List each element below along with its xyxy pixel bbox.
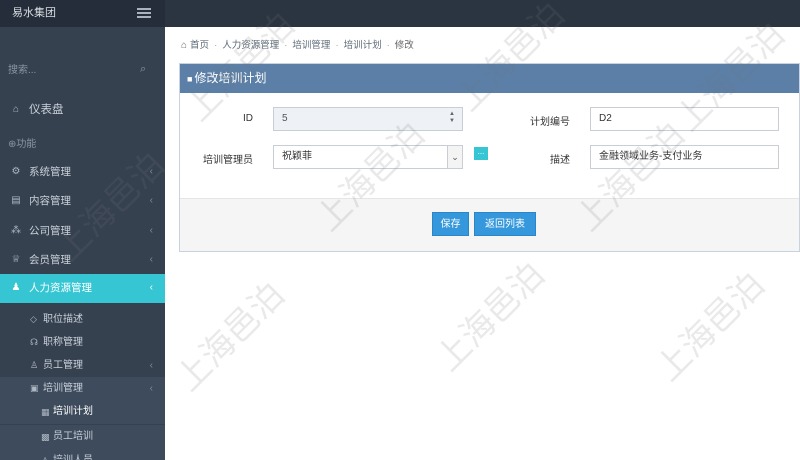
sitemap-icon: ⁂	[11, 225, 21, 236]
sidebar-subitem-training[interactable]: ▣ 培训管理 ‹	[0, 377, 165, 400]
sidebar-item-members[interactable]: ♕ 会员管理 ‹	[0, 246, 165, 274]
chevron-left-icon: ‹	[149, 254, 153, 265]
chevron-left-icon: ‹	[149, 360, 153, 371]
menu-toggle-icon[interactable]	[137, 8, 151, 18]
sidebar-item-content[interactable]: ▤ 内容管理 ‹	[0, 187, 165, 215]
chevron-down-icon: ⌄	[447, 146, 462, 168]
headset-icon: ☊	[30, 337, 38, 347]
training-manager-label: 培训管理员	[203, 155, 253, 166]
sidebar-subitem-trainees[interactable]: ♙ 培训人员	[0, 449, 165, 460]
chevron-left-icon: ‹	[149, 166, 153, 177]
watermark: 上海邑泊	[168, 274, 293, 400]
chevron-left-icon: ‹	[149, 225, 153, 236]
form-body: ID 5 ▲ ▼ 计划编号 D2 培训管理员 祝颖菲 ⌄ ... 描述 金融领域业…	[180, 93, 799, 198]
breadcrumb-training-plan[interactable]: 培训计划	[344, 40, 382, 51]
description-label: 描述	[550, 155, 570, 166]
training-manager-value: 祝颖菲	[282, 151, 312, 162]
breadcrumb-separator: ·	[335, 40, 339, 51]
sidebar-item-label: 培训管理	[43, 383, 83, 394]
diamond-icon: ◇	[30, 314, 37, 324]
chevron-left-icon: ‹	[149, 383, 153, 394]
chevron-left-icon: ‹	[149, 195, 153, 206]
sidebar-subitem-training-plan[interactable]: ▦ 培训计划	[0, 400, 165, 424]
trophy-icon: ♕	[11, 254, 21, 265]
sidebar-item-label: 培训人员	[53, 449, 93, 460]
breadcrumb-home[interactable]: 首页	[190, 40, 209, 51]
breadcrumb-hr[interactable]: 人力资源管理	[222, 40, 279, 51]
sidebar-subitem-employee-training[interactable]: ▩ 员工培训	[0, 425, 165, 449]
spinner-icon: ▲ ▼	[449, 111, 455, 124]
home-icon: ⌂	[12, 104, 20, 115]
sidebar-item-dashboard[interactable]: ⌂ 仪表盘	[0, 96, 165, 124]
save-button[interactable]: 保存	[432, 212, 469, 236]
sidebar-item-company[interactable]: ⁂ 公司管理 ‹	[0, 217, 165, 245]
sidebar-item-label: 人力资源管理	[29, 282, 92, 294]
panel-header: ■ 修改培训计划	[180, 64, 799, 93]
breadcrumb-separator: ·	[386, 40, 390, 51]
breadcrumb-separator: ·	[214, 40, 218, 51]
user-icon: ♙	[41, 449, 49, 460]
form-actions: 保存 返回列表	[180, 198, 799, 251]
sidebar-subitem-position[interactable]: ◇ 职位描述	[0, 308, 165, 331]
plan-number-field[interactable]: D2	[590, 107, 779, 131]
search-input[interactable]	[8, 60, 133, 80]
gears-icon: ⚙	[11, 166, 21, 177]
top-bar: 易水集团	[0, 0, 800, 27]
sidebar-subitem-title[interactable]: ☊ 职称管理	[0, 331, 165, 354]
sidebar-item-label: 仪表盘	[29, 104, 64, 116]
id-field: 5 ▲ ▼	[273, 107, 463, 131]
watermark: 上海邑泊	[648, 264, 773, 390]
sidebar-item-label: 员工管理	[43, 360, 83, 371]
sidebar-section-heading: ⊕功能	[8, 135, 36, 150]
sidebar-item-hr[interactable]: ♟ 人力资源管理 ‹	[0, 274, 165, 303]
plan-number-value: D2	[599, 113, 612, 124]
plan-number-label: 计划编号	[530, 117, 570, 128]
sidebar-item-label: 会员管理	[29, 254, 71, 266]
search-icon[interactable]: ⌕	[140, 63, 146, 76]
sidebar-item-label: 职位描述	[43, 314, 83, 325]
briefcase-icon: ▣	[30, 383, 39, 393]
table-icon: ▦	[41, 407, 50, 417]
sidebar-item-system[interactable]: ⚙ 系统管理 ‹	[0, 158, 165, 186]
description-field[interactable]: 金融领域业务-支付业务	[590, 145, 779, 169]
breadcrumb-training[interactable]: 培训管理	[292, 40, 330, 51]
breadcrumb: ⌂ 首页 · 人力资源管理 · 培训管理 · 培训计划 · 修改	[181, 38, 414, 54]
breadcrumb-current: 修改	[394, 40, 414, 51]
sidebar-item-label: 公司管理	[29, 225, 71, 237]
panel-title: 修改培训计划	[194, 71, 267, 85]
sidebar-item-label: 内容管理	[29, 195, 71, 207]
sidebar-item-label: 职称管理	[43, 337, 83, 348]
back-to-list-button[interactable]: 返回列表	[474, 212, 536, 236]
description-value: 金融领域业务-支付业务	[599, 151, 703, 162]
sidebar-subitem-employee[interactable]: ♙ 员工管理 ‹	[0, 354, 165, 377]
sidebar-search: ⌕	[0, 58, 165, 82]
sidebar-item-label: 员工培训	[53, 431, 93, 442]
sidebar-section-label: 功能	[16, 139, 37, 150]
sidebar-item-label: 培训计划	[53, 406, 93, 417]
users-icon: ♟	[11, 282, 21, 293]
pick-manager-button[interactable]: ...	[474, 147, 488, 160]
chevron-left-icon: ‹	[149, 282, 153, 293]
gift-icon: ■	[187, 74, 193, 84]
user-icon: ♙	[30, 360, 39, 370]
training-manager-select[interactable]: 祝颖菲 ⌄	[273, 145, 463, 169]
id-label: ID	[243, 113, 253, 124]
edit-training-plan-panel: ■ 修改培训计划 ID 5 ▲ ▼ 计划编号 D2 培训管理员 祝颖菲 ⌄ ... …	[179, 63, 800, 252]
sidebar-item-label: 系统管理	[29, 166, 71, 178]
grid-icon: ▩	[41, 432, 50, 442]
sidebar: ⌕ ⌂ 仪表盘 ⊕功能 ⚙ 系统管理 ‹ ▤ 内容管理 ‹ ⁂ 公司管理 ‹ ♕…	[0, 27, 165, 460]
list-icon: ▤	[11, 195, 21, 206]
breadcrumb-separator: ·	[284, 40, 288, 51]
id-value: 5	[282, 113, 288, 124]
home-icon: ⌂	[181, 40, 188, 51]
watermark: 上海邑泊	[428, 254, 553, 380]
